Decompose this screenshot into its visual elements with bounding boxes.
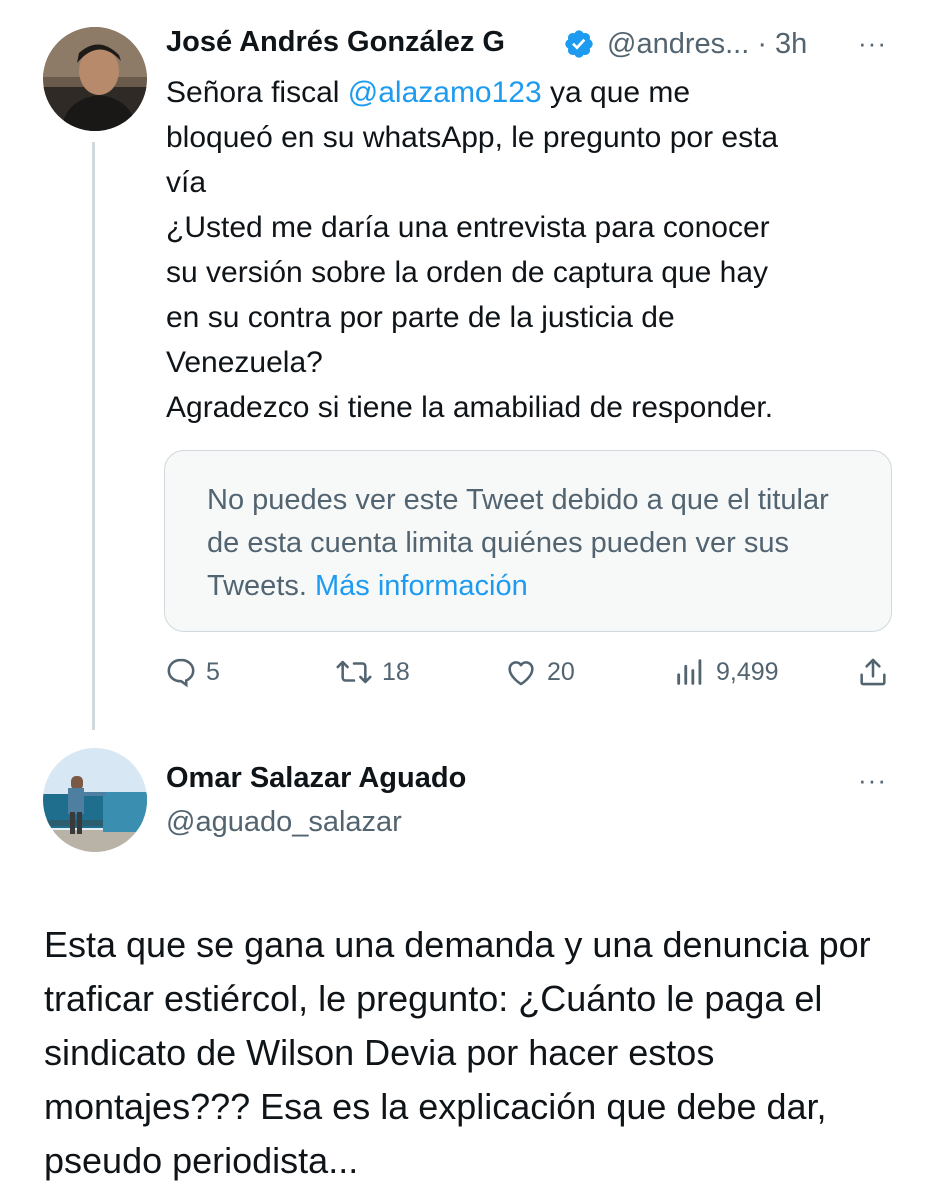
reply-count: 5 [206,657,220,686]
thread-connector-line [92,142,95,730]
more-options-icon[interactable]: ··· [858,28,887,59]
tweet-text-segment: Señora fiscal [166,76,348,109]
share-icon [860,658,886,686]
like-action[interactable]: 20 [503,652,575,692]
limited-tweet-notice: No puedes ver este Tweet debido a que el… [207,479,867,608]
retweet-icon [336,660,372,684]
reply-action[interactable]: 5 [164,652,220,692]
verified-badge-icon [563,28,595,60]
views-count: 9,499 [716,657,779,686]
views-icon [677,659,702,685]
share-action[interactable] [856,652,890,692]
reply-avatar-photo [43,748,147,852]
reply-author-name[interactable]: Omar Salazar Aguado [166,762,466,795]
tweet-text-line: su versión sobre la orden de captura que… [166,256,769,289]
heart-icon [508,661,534,686]
reply-author-handle[interactable]: @aguado_salazar [166,806,402,839]
tweet-text-line: Agradezco si tiene la amabiliad de respo… [166,391,774,424]
author-avatar[interactable] [43,27,147,131]
tweet-text-line: bloqueó en su whatsApp, le pregunto por … [166,121,779,154]
reply-author-avatar[interactable] [43,748,147,852]
reply-more-options-icon[interactable]: ··· [858,765,887,796]
reply-icon [167,658,195,688]
like-count: 20 [547,657,575,686]
tweet-text-segment: ya que me [541,76,691,109]
author-name[interactable]: José Andrés González G [166,26,505,59]
tweet-text-line: Señora fiscal @alazamo123 ya que me [166,70,906,115]
limited-tweet-card: No puedes ver este Tweet debido a que el… [164,450,892,632]
avatar-photo [43,27,147,131]
author-handle-and-time[interactable]: @andres... · 3h [607,28,807,61]
mention-link[interactable]: @alazamo123 [348,76,542,109]
more-info-link[interactable]: Más información [315,570,528,602]
tweet-text-line: ¿Usted me daría una entrevista para cono… [166,211,770,244]
reply-text: Esta que se gana una demanda y una denun… [44,924,871,1181]
retweet-action[interactable]: 18 [334,652,410,692]
tweet-text: Señora fiscal @alazamo123 ya que me bloq… [166,70,906,430]
tweet-text-line: vía [166,166,207,199]
views-action[interactable]: 9,499 [672,652,779,692]
tweet-text-line: Venezuela? [166,346,323,379]
tweet-text-line: en su contra por parte de la justicia de [166,301,675,334]
retweet-count: 18 [382,657,410,686]
